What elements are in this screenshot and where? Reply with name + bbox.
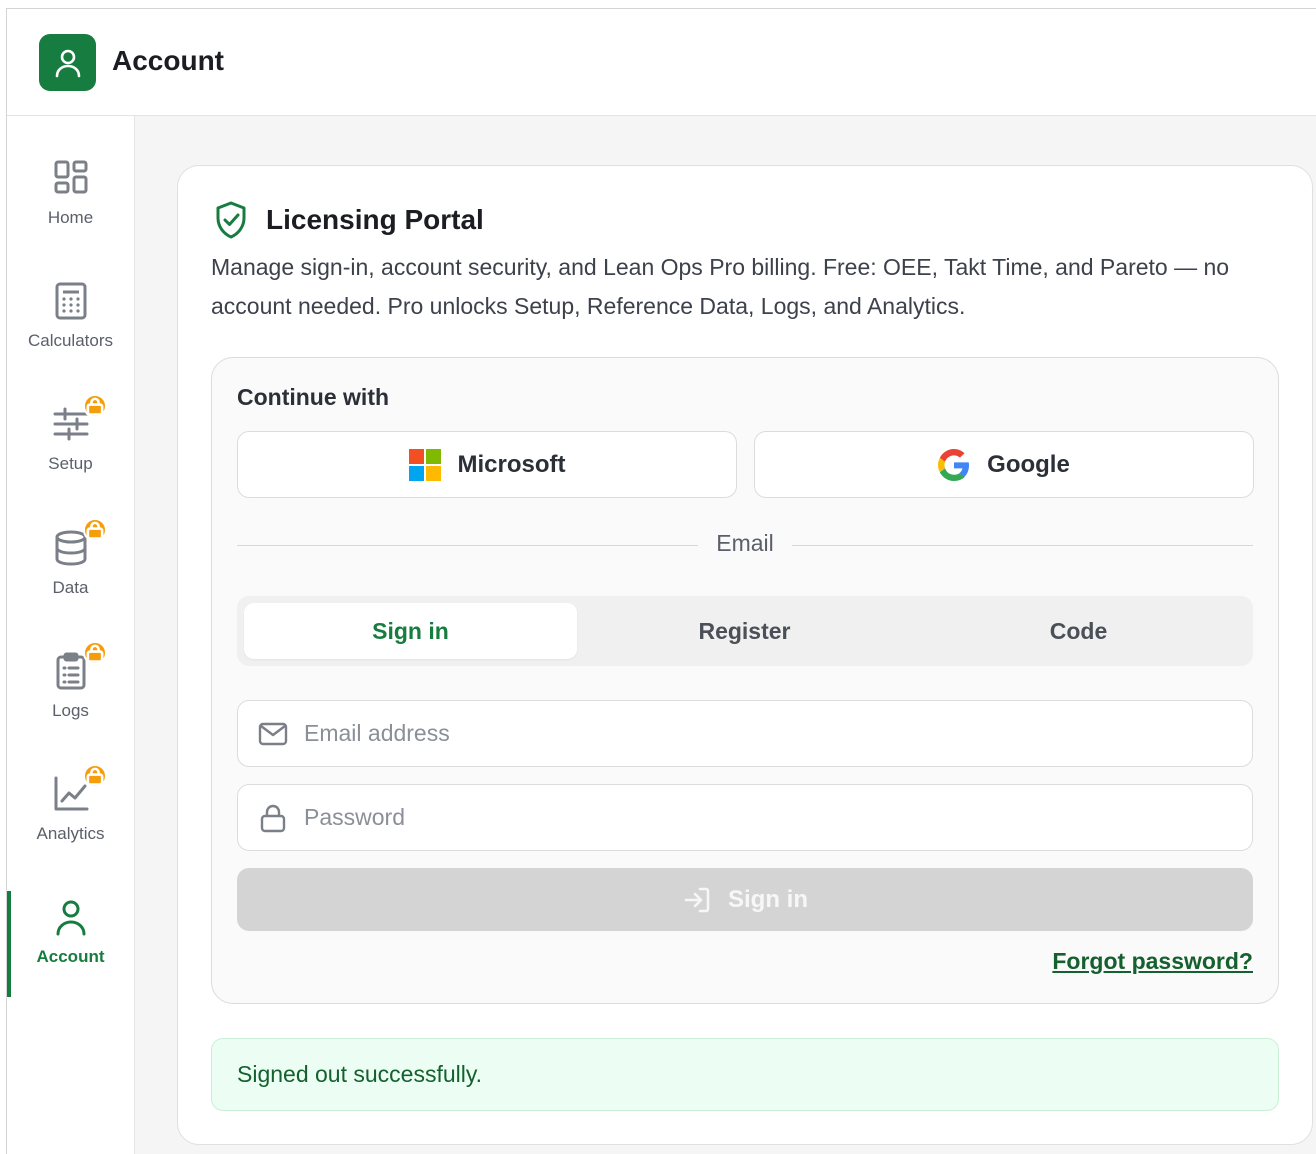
tab-sign-in[interactable]: Sign in [244, 603, 577, 659]
email-divider: Email [237, 530, 1253, 560]
auth-tabs: Sign in Register Code [237, 596, 1253, 666]
password-field[interactable] [237, 784, 1253, 851]
sidebar-item-setup[interactable]: Setup [7, 394, 134, 514]
lock-icon [82, 394, 107, 418]
sidebar-item-analytics[interactable]: Analytics [7, 764, 134, 884]
grid-icon [51, 158, 91, 198]
password-input[interactable] [304, 804, 1204, 831]
user-icon [51, 897, 91, 937]
sidebar-item-account[interactable]: Account [7, 891, 134, 1007]
app-frame: Account Home Calculators Setup Data Logs… [6, 8, 1316, 1154]
sidebar-item-label: Account [36, 947, 105, 966]
lock-icon [82, 641, 107, 665]
email-field[interactable] [237, 700, 1253, 767]
google-label: Google [987, 450, 1070, 478]
app-header: Account [7, 9, 1316, 116]
sidebar-item-label: Home [47, 208, 94, 227]
google-icon [938, 448, 970, 481]
chart-icon [51, 764, 107, 814]
divider-label: Email [716, 530, 774, 556]
app-logo [39, 34, 96, 91]
lock-icon [82, 518, 107, 542]
database-icon [51, 518, 107, 568]
section-title: Licensing Portal [266, 204, 484, 235]
microsoft-button[interactable]: Microsoft [237, 431, 737, 498]
user-icon [55, 49, 80, 77]
licensing-card: Licensing Portal Manage sign-in, account… [177, 165, 1313, 1145]
sidebar-item-data[interactable]: Data [7, 518, 134, 638]
page-title: Account [112, 45, 224, 76]
auth-panel: Continue with Microsoft Google Email Sig… [211, 357, 1279, 1004]
sidebar-item-label: Data [52, 578, 89, 597]
lock-icon [258, 803, 288, 833]
sign-in-icon [682, 885, 712, 915]
sidebar-item-label: Calculators [27, 331, 114, 350]
google-button[interactable]: Google [754, 431, 1254, 498]
lock-icon [82, 764, 107, 788]
sign-in-label: Sign in [728, 885, 808, 913]
shield-check-icon [216, 201, 246, 239]
sidebar-item-calculators[interactable]: Calculators [7, 281, 134, 391]
section-description: Manage sign-in, account security, and Le… [211, 254, 1230, 319]
tab-code[interactable]: Code [912, 603, 1245, 659]
sidebar-item-label: Logs [52, 701, 89, 720]
sidebar-item-label: Setup [48, 454, 93, 473]
sidebar: Home Calculators Setup Data Logs Analyti… [7, 116, 135, 1154]
sidebar-item-label: Analytics [36, 824, 105, 843]
email-input[interactable] [304, 720, 1204, 747]
continue-label: Continue with [237, 384, 390, 410]
microsoft-label: Microsoft [457, 450, 566, 478]
calculator-icon [51, 281, 91, 321]
status-alert: Signed out successfully. [211, 1038, 1279, 1111]
sidebar-item-home[interactable]: Home [7, 158, 134, 268]
sidebar-item-logs[interactable]: Logs [7, 641, 134, 761]
clipboard-icon [51, 641, 107, 691]
forgot-password-link[interactable]: Forgot password? [1052, 948, 1253, 975]
tab-register[interactable]: Register [578, 603, 911, 659]
sign-in-button[interactable]: Sign in [237, 868, 1253, 931]
sliders-icon [51, 394, 107, 444]
mail-icon [258, 722, 288, 746]
microsoft-icon [408, 448, 441, 481]
